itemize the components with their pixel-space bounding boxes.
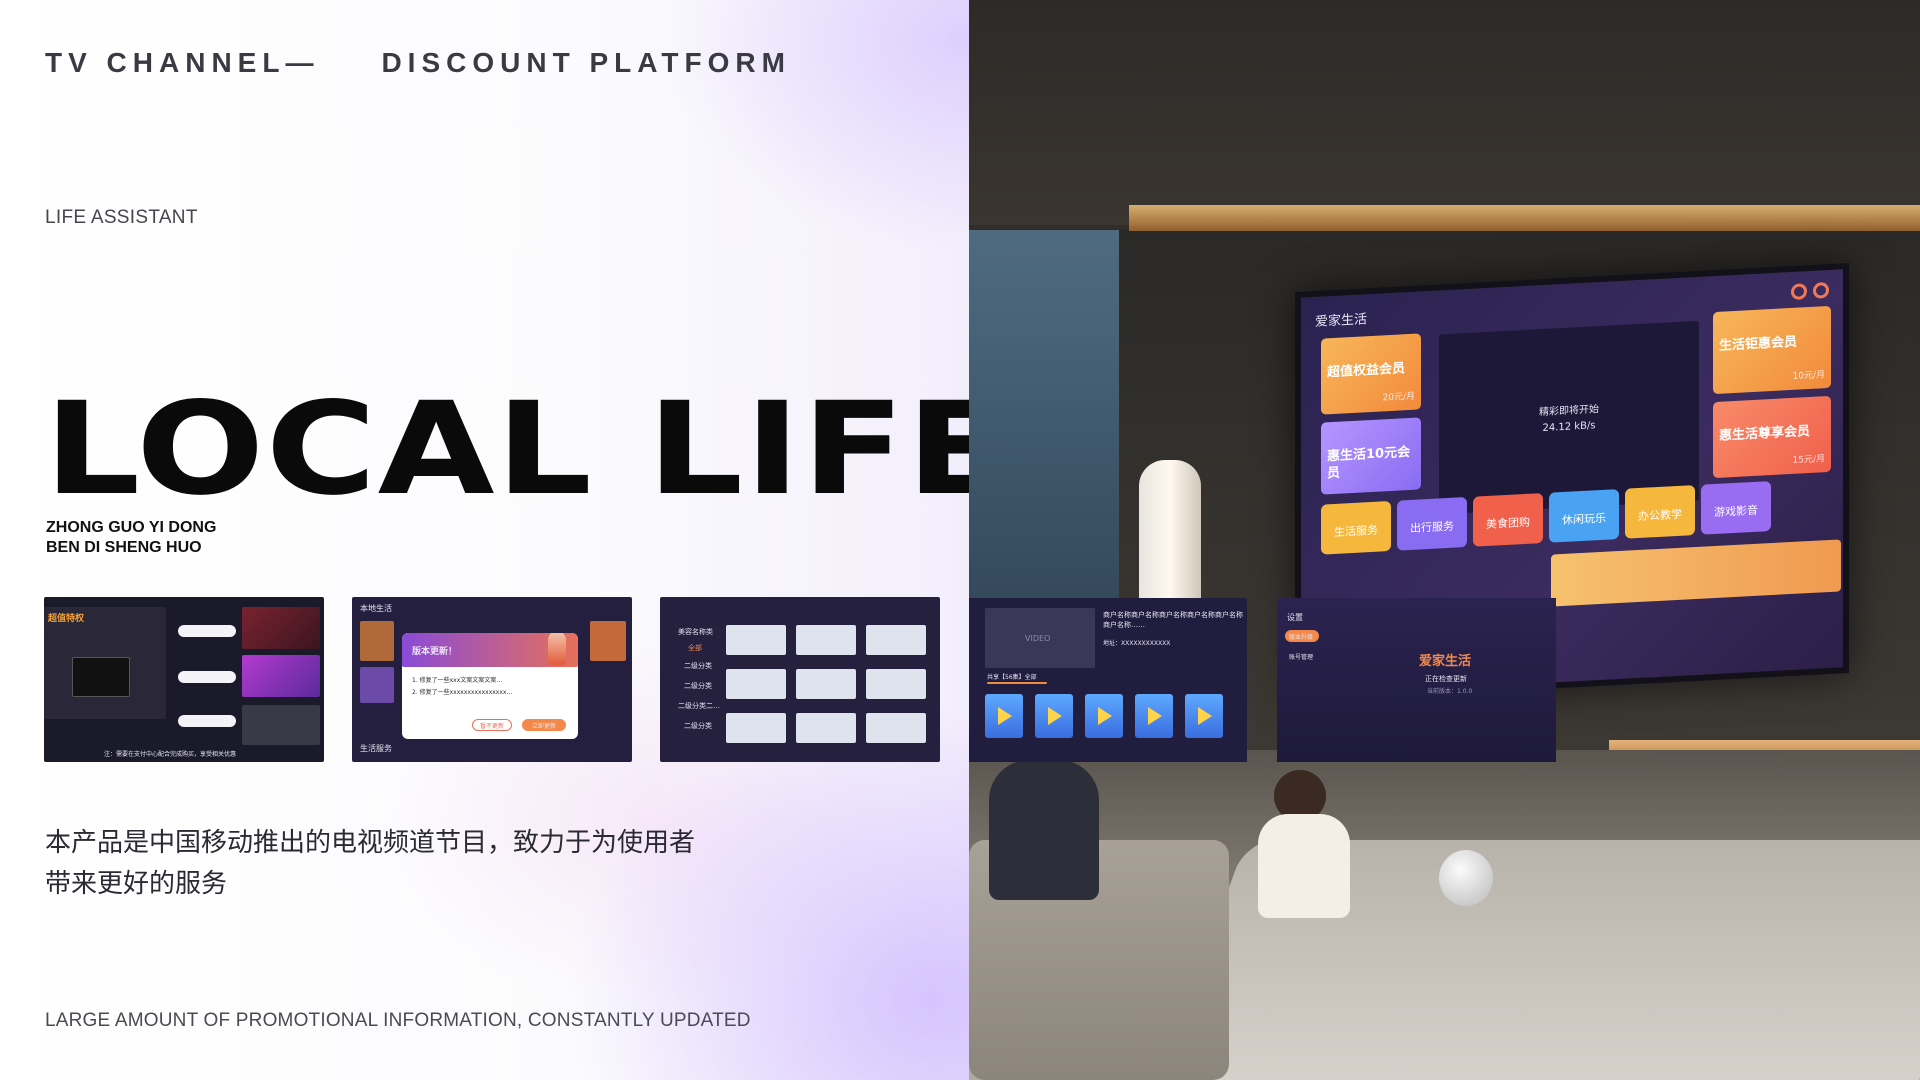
overlay-merchant-detail[interactable]: VIDEO 商户名称商户名称商户名称商户名称商户名称商户名称…… 地址：XXXX… [969,598,1247,762]
thumbnail-privilege[interactable]: 超值特权 注：需要在支付中心配合完成购买，享受相关优惠 [44,597,324,762]
tv-app-tile[interactable]: 休闲玩乐 [1549,489,1619,543]
update-dialog: 版本更新！ 1. 修复了一些xxx文案文案文案… 2. 修复了一些xxxxxxx… [402,633,578,739]
bg-card-1 [360,621,394,661]
progress-bar [987,682,1047,684]
tv-video-player[interactable]: 精彩即将开始 24.12 kB/s [1439,320,1699,515]
grid-card[interactable] [726,669,786,699]
thumb-note: 注：需要在支付中心配合完成购买，享受相关优惠 [104,751,237,758]
rocket-icon [548,633,566,665]
later-button-label: 暂不更新 [480,723,505,730]
product-description: 本产品是中国移动推出的电视频道节目，致力于为使用者带来更好的服务 [45,827,696,898]
ceiling [969,0,1920,225]
footer-note: LARGE AMOUNT OF PROMOTIONAL INFORMATION,… [45,1010,751,1031]
bg-card-2 [360,667,394,703]
play-icon[interactable] [1135,694,1173,738]
tv-app-tile[interactable]: 游戏影音 [1701,481,1771,535]
grid-card[interactable] [796,713,856,743]
tv-card-discount-label: 生活钜惠会员 [1719,334,1798,354]
progress-label: 共享【56集】全部 [987,674,1037,681]
update-button-label: 立即更新 [532,723,557,730]
left-panel: TV CHANNEL— DISCOUNT PLATFORM LIFE ASSIST… [0,0,1009,1080]
section-title-top: 本地生活 [360,604,392,613]
video-preview [72,657,130,697]
tv-card-vip[interactable]: 超值权益会员 20元/月 [1321,333,1421,415]
dialog-title: 版本更新！ [412,647,458,657]
callout-1 [178,625,236,637]
thumbnail-strip: 超值特权 注：需要在支付中心配合完成购买，享受相关优惠 本地生活 版本更新！ 1… [44,597,940,762]
child-dress [1258,814,1350,918]
tv-app-tile[interactable]: 办公教学 [1625,485,1695,539]
child [1244,770,1364,920]
living-room-scene: 爱家生活 超值权益会员 20元/月 惠生活10元会员 精彩即将开始 24.12 … [969,0,1920,1080]
grid-card[interactable] [866,713,926,743]
nav-item-2[interactable]: 二级分类 [684,681,712,691]
thumbnail-category-list[interactable]: 美容名称类 全部 二级分类 二级分类 二级分类二… 二级分类 [660,597,940,762]
menu-item-active-label: 版本升级 [1289,634,1314,641]
sub-label: LIFE ASSISTANT [45,207,198,228]
ceiling-light-strip [1129,205,1920,231]
merchant-meta: 地址：XXXXXXXXXXXX [1103,640,1171,647]
play-icon[interactable] [1085,694,1123,738]
tv-card-discount[interactable]: 生活钜惠会员 10元/月 [1713,305,1831,395]
dialog-body-2: 2. 修复了一些xxxxxxxxxxxxxxxx… [412,689,513,696]
grid-card[interactable] [726,625,786,655]
toy-robot [1439,850,1493,906]
tv-card-premium[interactable]: 惠生活尊享会员 15元/月 [1713,395,1831,479]
tv-merchant-strip [1551,539,1841,607]
tag-label: 超值特权 [48,614,85,624]
page-title: LOCAL LIFE [44,375,1011,524]
callout-3 [178,715,236,727]
nav-item-4[interactable]: 二级分类 [684,721,712,731]
play-icon[interactable] [1185,694,1223,738]
tv-card-discount-price: 10元/月 [1792,370,1826,382]
header-left: TV CHANNEL— [45,47,320,78]
play-icon[interactable] [985,694,1023,738]
bg-card-3 [590,621,626,661]
grid-card[interactable] [796,625,856,655]
member-card-2 [242,655,320,697]
tv-card-vip-price: 20元/月 [1382,391,1416,404]
play-icon[interactable] [1035,694,1073,738]
tv-card-premium-price: 15元/月 [1792,454,1826,466]
top-header: TV CHANNEL— DISCOUNT PLATFORM [45,47,791,79]
adult-person [989,760,1099,900]
tv-card-premium-label: 惠生活尊享会员 [1719,424,1811,444]
pinyin-subtitle: ZHONG GUO YI DONG BEN DI SHENG HUO [46,518,216,558]
callout-2 [178,671,236,683]
thumbnail-update-dialog[interactable]: 本地生活 版本更新！ 1. 修复了一些xxx文案文案文案… 2. 修复了一些xx… [352,597,632,762]
header-right: DISCOUNT PLATFORM [381,47,791,78]
section-title-bottom: 生活服务 [360,744,392,753]
tv-top-icons [1785,282,1829,305]
grid-card[interactable] [796,669,856,699]
grid-card[interactable] [866,669,926,699]
tv-app-tile[interactable]: 生活服务 [1321,500,1391,555]
settings-title: 设置 [1287,613,1303,622]
user-icon[interactable] [1813,282,1829,299]
menu-item-label[interactable]: 账号管理 [1289,652,1313,661]
grid-card[interactable] [866,625,926,655]
nav-item-3[interactable]: 二级分类二… [678,701,720,711]
nav-title: 美容名称类 [678,628,713,636]
pinyin-line-1: ZHONG GUO YI DONG [46,519,217,536]
member-card-1 [242,607,320,649]
nav-item-selected[interactable]: 全部 [688,643,702,653]
member-card-3 [242,705,320,745]
tv-app-tile[interactable]: 美食团购 [1473,493,1543,547]
brand-title: 爱家生活 [1419,654,1472,669]
update-status: 正在检查更新 [1425,675,1467,683]
video-label: VIDEO [1025,634,1051,643]
tv-app-tile[interactable]: 出行服务 [1397,496,1467,551]
grid-card[interactable] [726,713,786,743]
tv-card-vip-label: 超值权益会员 [1327,361,1406,381]
version-label: 当前版本：1.0.0 [1427,688,1473,695]
merchant-title: 商户名称商户名称商户名称商户名称商户名称商户名称…… [1103,611,1243,629]
pinyin-line-2: BEN DI SHENG HUO [46,539,202,556]
nav-item-1[interactable]: 二级分类 [684,661,712,671]
dialog-body-1: 1. 修复了一些xxx文案文案文案… [412,677,503,684]
search-icon[interactable] [1791,283,1807,301]
tv-app-title: 爱家生活 [1315,312,1368,330]
tv-card-member[interactable]: 惠生活10元会员 [1321,417,1421,495]
tv-card-member-label: 惠生活10元会员 [1327,444,1411,482]
overlay-settings[interactable]: 设置 版本升级 账号管理 爱家生活 正在检查更新 当前版本：1.0.0 [1277,598,1556,762]
